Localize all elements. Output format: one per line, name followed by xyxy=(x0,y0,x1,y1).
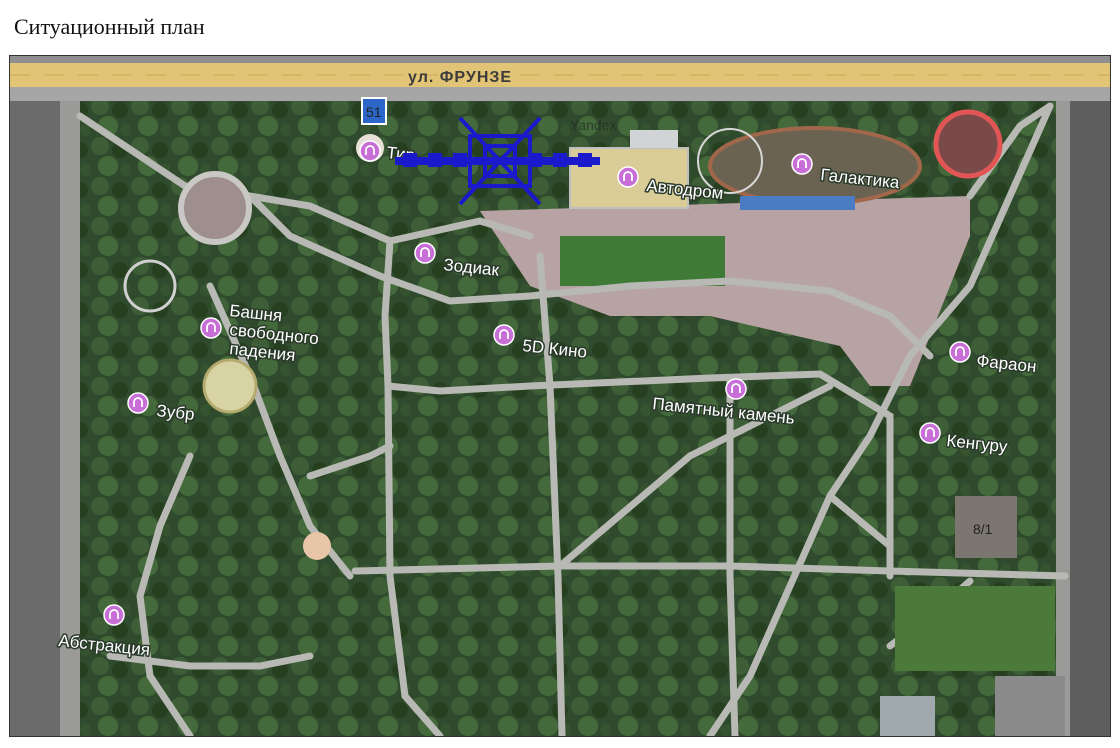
attraction-icon[interactable] xyxy=(103,604,125,626)
right-sidewalk xyxy=(1056,101,1070,736)
garage-building xyxy=(995,676,1065,736)
street-label: ул. ФРУНЗЕ xyxy=(408,69,512,86)
ferris-wheel-right xyxy=(933,109,1003,179)
page-title: Ситуационный план xyxy=(14,14,205,39)
bottom-right-lawn xyxy=(895,586,1055,671)
situation-map[interactable]: ул. ФРУНЗЕ 8/1 51 Yandex Тир Автодром Га… xyxy=(9,55,1111,737)
galaktika-ride xyxy=(708,126,922,206)
sidewalk-top xyxy=(10,56,1110,64)
attraction-icon[interactable] xyxy=(919,422,941,444)
building-number: 8/1 xyxy=(973,521,993,537)
attraction-icon[interactable] xyxy=(949,341,971,363)
flower-bed xyxy=(560,236,725,286)
yandex-watermark: Yandex xyxy=(570,117,616,133)
monument-icon[interactable] xyxy=(725,378,747,400)
cinema-icon[interactable] xyxy=(493,324,515,346)
round-plaza xyxy=(178,171,252,245)
carousel-bottom xyxy=(303,532,331,560)
attraction-icon[interactable] xyxy=(791,153,813,175)
avtodrom-roof-annex xyxy=(630,130,678,148)
right-road xyxy=(1070,101,1110,736)
attraction-icon[interactable] xyxy=(127,392,149,414)
blue-roof xyxy=(740,196,855,210)
left-road xyxy=(10,101,60,736)
sidewalk-bottom xyxy=(10,87,1110,101)
bus-stop-number: 51 xyxy=(366,104,382,120)
carousel-zubr xyxy=(202,358,258,414)
hangar-building xyxy=(880,696,935,736)
attraction-icon[interactable] xyxy=(414,242,436,264)
attraction-icon[interactable] xyxy=(200,317,222,339)
poi-label-zubr: Зубр xyxy=(156,401,196,424)
attraction-icon[interactable] xyxy=(617,166,639,188)
attraction-icon[interactable] xyxy=(359,140,381,162)
